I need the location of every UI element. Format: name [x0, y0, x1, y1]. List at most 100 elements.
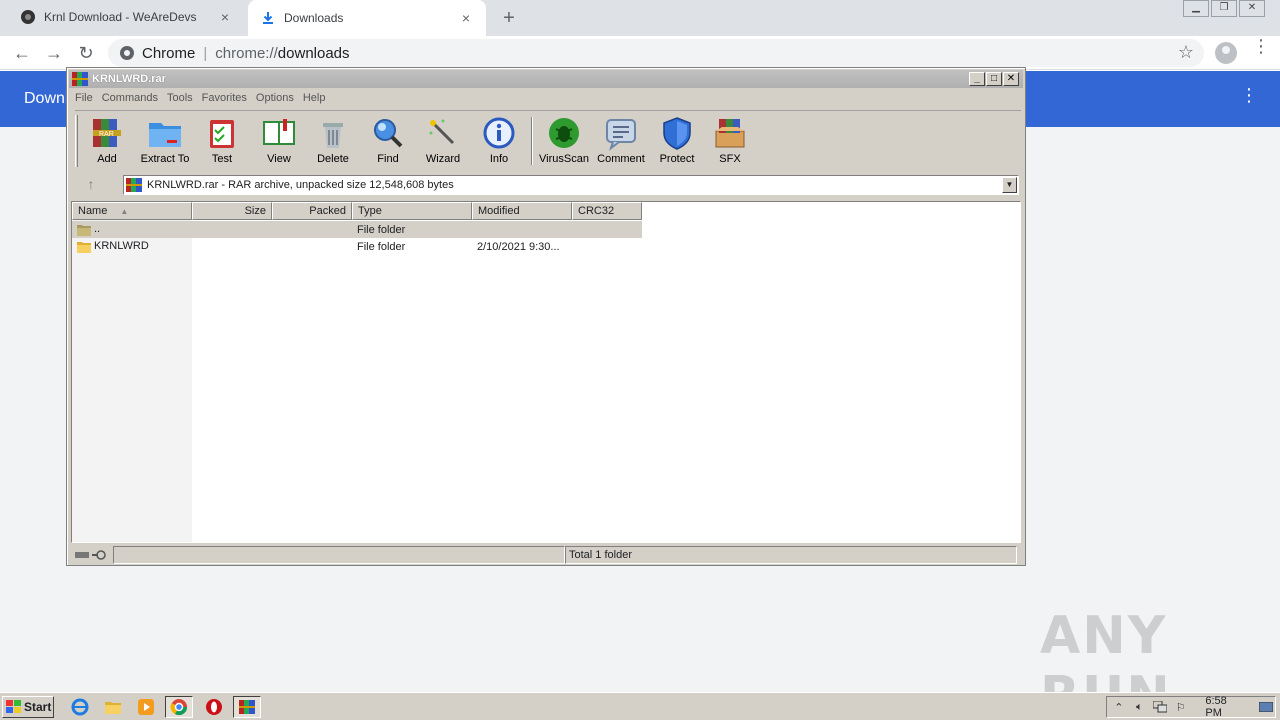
delete-label: Delete [317, 153, 349, 165]
show-desktop-icon[interactable] [1257, 699, 1275, 715]
column-type[interactable]: Type [352, 202, 472, 220]
test-label: Test [211, 153, 233, 165]
clock: 6:58 PM [1205, 695, 1227, 719]
winrar-menubar: File Commands Tools Favorites Options He… [69, 89, 1023, 107]
info-button[interactable]: Info [479, 115, 519, 169]
menu-commands[interactable]: Commands [102, 92, 158, 104]
svg-text:RAR: RAR [99, 131, 114, 138]
test-button[interactable]: Test [202, 115, 242, 169]
window-controls: ▁ ❐ ✕ [1181, 0, 1265, 18]
file-name: KRNLWRD [94, 240, 149, 253]
wearedevs-favicon-icon [20, 9, 36, 25]
wizard-wand-icon [429, 119, 455, 145]
forward-icon[interactable]: → [42, 41, 66, 65]
page-title: Downl [24, 90, 69, 107]
view-book-icon [263, 119, 295, 145]
new-tab-button[interactable]: + [500, 7, 518, 30]
parent-folder-icon [77, 224, 91, 236]
wizard-label: Wizard [425, 153, 461, 165]
winrar-address-bar: ↑ KRNLWRD.rar - RAR archive, unpacked si… [75, 173, 1021, 197]
back-icon[interactable]: ← [10, 41, 34, 65]
media-player-icon[interactable] [132, 696, 160, 718]
downloads-menu-icon[interactable]: ⋮ [1240, 86, 1258, 104]
protect-button[interactable]: Protect [655, 115, 699, 169]
virusscan-button[interactable]: VirusScan [537, 115, 591, 169]
magnifier-icon [374, 119, 403, 148]
tray-expand-icon[interactable]: ⌃ [1110, 699, 1128, 715]
column-modified[interactable]: Modified [472, 202, 572, 220]
view-button[interactable]: View [257, 115, 301, 169]
wizard-button[interactable]: Wizard [421, 115, 465, 169]
drive-key-icon[interactable] [71, 546, 113, 564]
menu-favorites[interactable]: Favorites [202, 92, 247, 104]
ie-icon[interactable] [66, 696, 94, 718]
file-modified: 2/10/2021 9:30... [477, 240, 560, 253]
add-label: Add [97, 153, 117, 165]
winrar-statusbar: Total 1 folder [71, 546, 1021, 564]
tab-krnl-download[interactable]: Krnl Download - WeAreDevs × [8, 0, 245, 34]
action-center-flag-icon[interactable]: ⚐ [1172, 699, 1190, 715]
status-left [113, 546, 565, 564]
column-packed[interactable]: Packed [272, 202, 352, 220]
system-tray: ⌃ 🔈︎ ⚐ 6:58 PM [1106, 695, 1276, 719]
delete-button[interactable]: Delete [313, 115, 353, 169]
address-dropdown-icon[interactable]: ▼ [1002, 177, 1017, 193]
chrome-menu-icon[interactable]: ⋮ [1252, 37, 1270, 55]
winrar-titlebar[interactable]: KRNLWRD.rar _ □ ✕ [69, 70, 1023, 88]
menu-tools[interactable]: Tools [167, 92, 193, 104]
tab-close-icon[interactable]: × [217, 9, 233, 25]
list-item-parent[interactable]: .. File folder [72, 221, 642, 238]
toolbar-grip [75, 115, 78, 167]
tab-title: Downloads [284, 11, 344, 25]
winrar-title: KRNLWRD.rar [92, 73, 166, 85]
bookmark-star-icon[interactable]: ☆ [1178, 42, 1194, 63]
close-window-button[interactable]: ✕ [1239, 0, 1265, 17]
tab-close-icon[interactable]: × [458, 10, 474, 26]
chrome-icon[interactable] [165, 696, 193, 718]
extract-to-label: Extract To [140, 153, 190, 165]
omnibox-url-prefix: chrome:// [215, 44, 278, 62]
column-crc32[interactable]: CRC32 [572, 202, 642, 220]
winrar-minimize-button[interactable]: _ [969, 72, 985, 86]
winrar-window: KRNLWRD.rar _ □ ✕ File Commands Tools Fa… [66, 67, 1026, 566]
column-name[interactable]: Name ▲ [72, 202, 192, 220]
sfx-button[interactable]: SFX [708, 115, 752, 169]
profile-avatar-icon[interactable] [1215, 42, 1237, 64]
menu-options[interactable]: Options [256, 92, 294, 104]
comment-button[interactable]: Comment [595, 115, 647, 169]
extract-to-button[interactable]: Extract To [137, 115, 193, 169]
up-one-level-icon[interactable]: ↑ [79, 176, 103, 194]
protect-label: Protect [659, 153, 695, 165]
find-button[interactable]: Find [368, 115, 408, 169]
omnibox[interactable]: Chrome | chrome://downloads [108, 39, 1204, 67]
list-item-krnlwrd[interactable]: KRNLWRD File folder 2/10/2021 9:30... [72, 238, 642, 255]
file-type: File folder [357, 223, 406, 236]
winrar-close-button[interactable]: ✕ [1003, 72, 1019, 86]
toolbar-separator [531, 117, 533, 165]
reload-icon[interactable]: ↻ [74, 41, 98, 65]
winrar-maximize-button[interactable]: □ [986, 72, 1002, 86]
folder-icon [77, 241, 91, 253]
restore-button[interactable]: ❐ [1211, 0, 1237, 17]
archive-path-field[interactable]: KRNLWRD.rar - RAR archive, unpacked size… [123, 175, 1019, 195]
file-list-header: Name ▲ Size Packed Type Modified CRC32 [72, 202, 642, 220]
winrar-icon[interactable] [233, 696, 261, 718]
sfx-label: SFX [719, 153, 741, 165]
find-label: Find [377, 153, 399, 165]
explorer-icon[interactable] [99, 696, 127, 718]
sort-ascending-icon: ▲ [120, 207, 129, 216]
status-summary: Total 1 folder [565, 546, 1017, 564]
menu-help[interactable]: Help [303, 92, 326, 104]
opera-icon[interactable] [200, 696, 228, 718]
volume-icon[interactable]: 🔈︎ [1131, 699, 1149, 715]
column-size[interactable]: Size [192, 202, 272, 220]
tab-downloads[interactable]: Downloads × [248, 0, 486, 36]
start-button[interactable]: Start [2, 696, 54, 718]
winrar-window-controls: _ □ ✕ [968, 72, 1019, 86]
minimize-button[interactable]: ▁ [1183, 0, 1209, 17]
menu-file[interactable]: File [75, 92, 93, 104]
virusscan-label: VirusScan [539, 153, 589, 165]
add-button[interactable]: RAR Add [87, 115, 127, 169]
network-icon[interactable] [1151, 699, 1169, 715]
shield-icon [663, 117, 691, 150]
